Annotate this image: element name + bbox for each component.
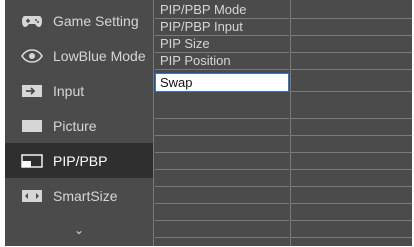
column-divider <box>153 0 154 246</box>
empty-row <box>291 75 412 92</box>
sidebar-item-smartsize[interactable]: SmartSize <box>5 178 153 213</box>
sidebar-item-pip-pbp[interactable]: PIP/PBP <box>5 143 153 178</box>
pip-icon <box>21 153 43 169</box>
sidebar-item-label: PIP/PBP <box>53 152 108 169</box>
sidebar-item-label: Picture <box>53 117 97 134</box>
empty-row <box>291 170 412 187</box>
osd-menu: Game Setting LowBlue Mode Input Picture <box>5 0 412 246</box>
picture-icon <box>21 118 43 134</box>
submenu-item-label-selected: Swap <box>155 73 289 92</box>
sidebar-item-lowblue-mode[interactable]: LowBlue Mode <box>5 38 153 73</box>
submenu-item-pip-position[interactable]: PIP Position <box>155 53 289 70</box>
sidebar-item-picture[interactable]: Picture <box>5 108 153 143</box>
empty-row <box>155 136 289 153</box>
empty-row <box>155 119 289 136</box>
empty-row <box>155 204 289 221</box>
submenu-item-pip-pbp-mode[interactable]: PIP/PBP Mode <box>155 2 289 19</box>
submenu-item-pip-size[interactable]: PIP Size <box>155 36 289 53</box>
value-column <box>291 0 412 246</box>
empty-row <box>291 2 412 19</box>
empty-row <box>291 53 412 70</box>
sidebar-item-label: Game Setting <box>53 12 139 29</box>
input-arrow-icon <box>21 83 43 99</box>
empty-row <box>155 221 289 238</box>
sidebar-item-input[interactable]: Input <box>5 73 153 108</box>
sidebar-item-game-setting[interactable]: Game Setting <box>5 3 153 38</box>
submenu-item-swap[interactable]: Swap <box>155 73 289 92</box>
empty-row <box>155 170 289 187</box>
empty-row <box>291 204 412 221</box>
sidebar-item-label: LowBlue Mode <box>53 47 146 64</box>
empty-row <box>291 102 412 119</box>
empty-row <box>291 36 412 53</box>
submenu-item-label: PIP/PBP Mode <box>160 2 247 17</box>
empty-row <box>291 119 412 136</box>
submenu-item-pip-pbp-input[interactable]: PIP/PBP Input <box>155 19 289 36</box>
empty-row <box>155 153 289 170</box>
sidebar: Game Setting LowBlue Mode Input Picture <box>5 0 153 246</box>
empty-row <box>291 221 412 238</box>
submenu-item-label: PIP/PBP Input <box>160 19 243 34</box>
eye-icon <box>21 48 43 64</box>
empty-row <box>155 102 289 119</box>
sidebar-item-label: Input <box>53 82 85 99</box>
submenu-item-label: PIP Size <box>160 36 210 51</box>
empty-row <box>291 153 412 170</box>
submenu-column: PIP/PBP Mode PIP/PBP Input PIP Size PIP … <box>155 0 289 246</box>
more-chevron-icon[interactable]: ⌄ <box>5 220 153 240</box>
empty-row <box>291 136 412 153</box>
empty-row <box>155 187 289 204</box>
submenu-item-label: PIP Position <box>160 53 231 68</box>
gamepad-icon <box>21 13 43 29</box>
empty-row <box>291 187 412 204</box>
sidebar-item-label: SmartSize <box>53 187 118 204</box>
empty-row <box>291 19 412 36</box>
smartsize-icon <box>21 188 43 204</box>
